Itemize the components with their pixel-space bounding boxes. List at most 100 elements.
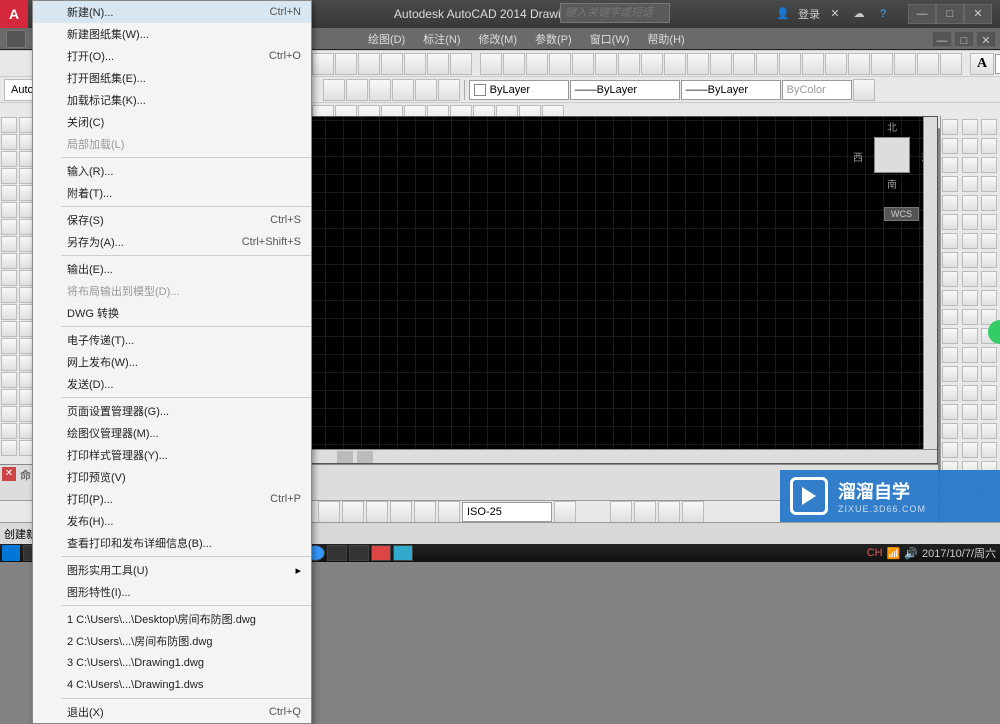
tool-button[interactable]: [438, 501, 460, 523]
file-menu-item[interactable]: 退出(X)Ctrl+Q: [33, 701, 311, 723]
tool-button[interactable]: [942, 404, 958, 420]
tool-button[interactable]: [853, 79, 875, 101]
file-menu-item[interactable]: 网上发布(W)...: [33, 351, 311, 373]
tool-button[interactable]: [312, 53, 334, 75]
tray-icon[interactable]: 📶: [887, 547, 901, 560]
file-menu-item[interactable]: 新建(N)...Ctrl+N: [33, 1, 311, 23]
linetype-combo[interactable]: —— ByLayer: [570, 80, 680, 100]
tool-button[interactable]: [962, 252, 978, 268]
tool-button[interactable]: [940, 53, 962, 75]
tool-button[interactable]: [369, 79, 391, 101]
tool-button[interactable]: [1, 219, 17, 235]
tool-button[interactable]: [1, 253, 17, 269]
tool-button[interactable]: [414, 501, 436, 523]
doc-minimize-button[interactable]: —: [932, 31, 952, 47]
tool-button[interactable]: [942, 290, 958, 306]
clock[interactable]: 2017/10/7/周六: [922, 545, 996, 561]
tool-button[interactable]: [942, 423, 958, 439]
file-menu-item[interactable]: 保存(S)Ctrl+S: [33, 209, 311, 231]
tool-button[interactable]: [981, 423, 997, 439]
tool-button[interactable]: [1, 151, 17, 167]
tool-button[interactable]: [981, 195, 997, 211]
tool-button[interactable]: [981, 385, 997, 401]
tool-button[interactable]: [1, 185, 17, 201]
tool-button[interactable]: [1, 202, 17, 218]
task-icon[interactable]: [371, 545, 391, 561]
menu-window[interactable]: 窗口(W): [582, 29, 638, 49]
dim-style-combo[interactable]: ISO-25: [462, 502, 552, 522]
tool-button[interactable]: [981, 271, 997, 287]
tool-button[interactable]: [1, 168, 17, 184]
tool-button[interactable]: [962, 309, 978, 325]
tool-button[interactable]: [802, 53, 824, 75]
tool-button[interactable]: [346, 79, 368, 101]
viewcube-face[interactable]: [874, 137, 910, 173]
text-style-combo[interactable]: Standar: [995, 54, 1000, 74]
tray-icon[interactable]: 🔊: [904, 547, 918, 560]
tool-button[interactable]: [981, 404, 997, 420]
tool-button[interactable]: [942, 195, 958, 211]
lineweight-combo[interactable]: —— ByLayer: [681, 80, 781, 100]
tool-button[interactable]: [981, 138, 997, 154]
file-menu-item[interactable]: 发布(H)...: [33, 510, 311, 532]
tool-button[interactable]: [480, 53, 502, 75]
tool-button[interactable]: [981, 347, 997, 363]
menu-modify[interactable]: 修改(M): [471, 29, 526, 49]
tool-button[interactable]: [942, 233, 958, 249]
tool-button[interactable]: [962, 214, 978, 230]
nav-back-button[interactable]: [610, 501, 632, 523]
file-menu-item[interactable]: 打印预览(V): [33, 466, 311, 488]
tool-button[interactable]: [942, 176, 958, 192]
doc-close-button[interactable]: ✕: [976, 31, 996, 47]
ribbon-toggle[interactable]: [6, 30, 26, 48]
tool-button[interactable]: [894, 53, 916, 75]
nav-button[interactable]: [658, 501, 680, 523]
tool-button[interactable]: [595, 53, 617, 75]
tool-button[interactable]: [1, 372, 17, 388]
tool-button[interactable]: [526, 53, 548, 75]
tool-button[interactable]: [942, 385, 958, 401]
file-menu-item[interactable]: 电子传递(T)...: [33, 329, 311, 351]
tool-button[interactable]: [942, 138, 958, 154]
file-menu-item[interactable]: 图形特性(I)...: [33, 581, 311, 603]
tool-button[interactable]: [981, 252, 997, 268]
tool-button[interactable]: [917, 53, 939, 75]
file-menu-item[interactable]: 加载标记集(K)...: [33, 89, 311, 111]
menu-help[interactable]: 帮助(H): [639, 29, 692, 49]
login-label[interactable]: 登录: [798, 6, 820, 22]
file-menu-item[interactable]: 图形实用工具(U)▸: [33, 559, 311, 581]
tool-button[interactable]: [962, 442, 978, 458]
tool-button[interactable]: [1, 338, 17, 354]
file-menu-item[interactable]: 1 C:\Users\...\Desktop\房间布防图.dwg: [33, 608, 311, 630]
tool-button[interactable]: [981, 366, 997, 382]
file-menu-item[interactable]: 将布局输出到模型(D)...: [33, 280, 311, 302]
file-menu-item[interactable]: 新建图纸集(W)...: [33, 23, 311, 45]
tool-button[interactable]: [962, 423, 978, 439]
app-logo[interactable]: A: [0, 0, 28, 28]
tool-button[interactable]: [392, 79, 414, 101]
task-icon[interactable]: [349, 545, 369, 561]
file-menu-item[interactable]: 附着(T)...: [33, 182, 311, 204]
file-menu-item[interactable]: 打印样式管理器(Y)...: [33, 444, 311, 466]
tool-button[interactable]: [1, 270, 17, 286]
tool-button[interactable]: [962, 328, 978, 344]
tool-button[interactable]: [779, 53, 801, 75]
tool-button[interactable]: [1, 117, 17, 133]
tool-button[interactable]: [554, 501, 576, 523]
file-menu-item[interactable]: 局部加载(L): [33, 133, 311, 155]
tool-button[interactable]: [733, 53, 755, 75]
text-style-button[interactable]: A: [970, 53, 994, 75]
tool-button[interactable]: [981, 119, 997, 135]
tool-button[interactable]: [962, 366, 978, 382]
help-search-input[interactable]: [560, 3, 670, 23]
menu-dimension[interactable]: 标注(N): [415, 29, 468, 49]
tool-button[interactable]: [942, 252, 958, 268]
tool-button[interactable]: [1, 389, 17, 405]
help-icon[interactable]: ?: [874, 5, 892, 23]
tool-button[interactable]: [962, 176, 978, 192]
tool-button[interactable]: [756, 53, 778, 75]
tool-button[interactable]: [942, 157, 958, 173]
tool-button[interactable]: [942, 366, 958, 382]
tool-button[interactable]: [427, 53, 449, 75]
tool-button[interactable]: [871, 53, 893, 75]
